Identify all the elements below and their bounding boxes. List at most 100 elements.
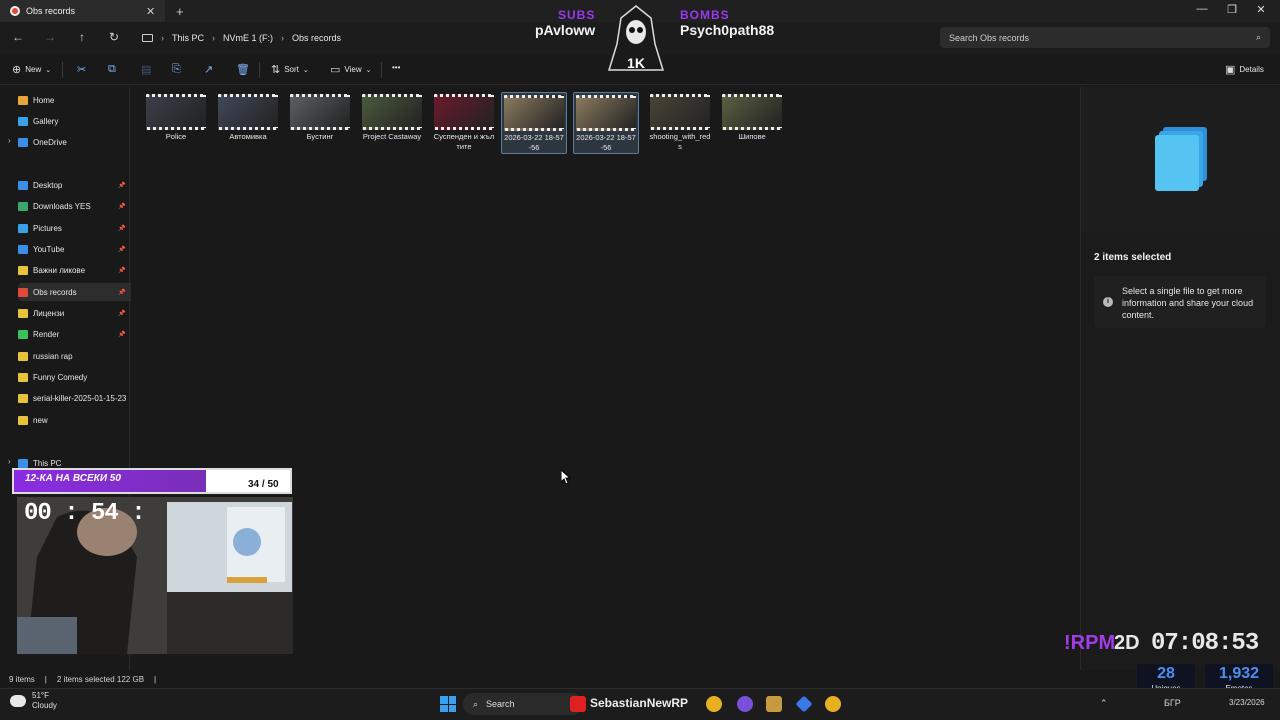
pin-icon[interactable]: 📌 [118, 246, 125, 253]
delete-icon[interactable]: 🗑 [236, 63, 250, 76]
sidebar-item-obs-records[interactable]: Obs records 📌 [18, 283, 138, 301]
pictures-icon [18, 223, 28, 233]
chevron-right-icon: › [281, 33, 285, 43]
sidebar-item-onedrive[interactable]: OneDrive [18, 133, 138, 151]
chrome-app-icon-2[interactable] [825, 696, 841, 712]
close-window-button[interactable]: ✕ [1251, 3, 1271, 16]
sidebar-item-лицензи[interactable]: Лицензи 📌 [18, 304, 138, 322]
breadcrumb-this-pc[interactable]: This PC [172, 33, 204, 43]
sidebar-item-label: Gallery [33, 116, 59, 126]
refresh-icon[interactable]: ↻ [106, 30, 122, 44]
pin-icon[interactable]: 📌 [118, 331, 125, 338]
tab-label: Obs records [26, 6, 76, 16]
subs-label: SUBS [558, 8, 596, 22]
pin-icon[interactable]: 📌 [118, 203, 125, 210]
new-tab-button[interactable]: + [176, 4, 184, 19]
pin-icon[interactable]: 📌 [118, 310, 125, 317]
divider [381, 62, 382, 78]
rpm-label: !RPM [1064, 632, 1116, 654]
view-button[interactable]: ▭ View ⌄ [330, 63, 371, 76]
sidebar-item-home[interactable]: Home [18, 91, 138, 109]
expand-chevron-icon[interactable]: › [8, 136, 11, 145]
start-windows-icon[interactable] [440, 696, 456, 712]
cut-icon[interactable]: ✂ [77, 63, 86, 76]
file-name: 2026-03-22 18-57-56 [504, 133, 564, 152]
folder-icon [18, 351, 28, 361]
sidebar-item-funny-comedy[interactable]: Funny Comedy [18, 368, 138, 386]
file-name: Суспенден и жълтите [433, 132, 495, 151]
more-options-icon[interactable]: ••• [392, 63, 400, 72]
file-item[interactable]: 2026-03-22 18-57-56 [501, 92, 567, 154]
details-button[interactable]: ▣ Details [1225, 63, 1264, 76]
video-thumbnail [146, 94, 206, 130]
app-icon[interactable] [766, 696, 782, 712]
up-arrow-icon[interactable]: ↑ [74, 30, 90, 44]
sidebar-item-new[interactable]: new [18, 411, 138, 429]
search-icon: ⌕ [473, 698, 479, 709]
rename-icon[interactable]: ⎘ [172, 63, 181, 76]
sidebar-item-label: Desktop [33, 180, 63, 190]
pin-icon[interactable]: 📌 [118, 182, 125, 189]
file-item[interactable]: Суспенден и жълтите [431, 92, 497, 152]
language-indicator[interactable]: БГР [1164, 698, 1181, 708]
sidebar-item-serial-killer-2025-01-15-23[interactable]: serial-killer-2025-01-15-23 [18, 389, 138, 407]
sidebar-item-важни-ликове[interactable]: Важни ликове 📌 [18, 261, 138, 279]
tray-chevron-up-icon[interactable]: ⌃ [1100, 698, 1108, 709]
pin-icon[interactable]: 📌 [118, 289, 125, 296]
youtube-app-icon[interactable] [570, 696, 586, 712]
file-item[interactable]: Шипове [719, 92, 785, 152]
sort-button[interactable]: ⇅ Sort ⌄ [271, 63, 309, 76]
share-icon[interactable]: ↗ [204, 63, 213, 76]
check-icon [18, 329, 28, 339]
sidebar-item-gallery[interactable]: Gallery [18, 112, 138, 130]
viber-app-icon[interactable] [737, 696, 753, 712]
sidebar-item-label: Лицензи [33, 308, 65, 318]
file-name: Project Castaway [362, 132, 422, 141]
video-thumbnail [722, 94, 782, 130]
pin-icon[interactable]: 📌 [118, 267, 125, 274]
copy-icon[interactable]: ⧉ [108, 63, 116, 76]
file-item[interactable]: Project Castaway [359, 92, 425, 152]
video-thumbnail [218, 94, 278, 130]
chrome-app-icon[interactable] [706, 696, 722, 712]
home-icon [18, 95, 28, 105]
pin-icon[interactable]: 📌 [118, 225, 125, 232]
overlay-streamer-name: SebastianNewRP [590, 696, 689, 710]
chevron-down-icon: ⌄ [45, 66, 52, 74]
expand-chevron-icon[interactable]: › [8, 457, 11, 466]
breadcrumb[interactable]: › This PC › NVmE 1 (F:) › Obs records [132, 26, 932, 50]
new-button[interactable]: ⊕ New ⌄ [12, 63, 51, 76]
obs-icon [18, 287, 28, 297]
file-item[interactable]: Police [143, 92, 209, 152]
sidebar-item-downloads-yes[interactable]: Downloads YES 📌 [18, 197, 138, 215]
back-arrow-icon[interactable]: ← [10, 30, 26, 44]
desktop-icon [18, 180, 28, 190]
paste-icon[interactable]: ▤ [141, 63, 151, 76]
sidebar-item-russian-rap[interactable]: russian rap [18, 347, 138, 365]
search-input[interactable]: Search Obs records ⌕ [940, 27, 1270, 48]
breadcrumb-drive[interactable]: NVmE 1 (F:) [223, 33, 273, 43]
file-item[interactable]: 2026-03-22 18-57-56 [573, 92, 639, 154]
video-thumbnail [576, 95, 636, 131]
minimize-button[interactable]: — [1192, 3, 1212, 15]
breadcrumb-obs-records[interactable]: Obs records [292, 33, 341, 43]
onedrive-icon [18, 137, 28, 147]
taskbar-date[interactable]: 3/23/2026 [1229, 698, 1265, 707]
close-tab-icon[interactable]: ✕ [146, 5, 155, 18]
tab-obs-records[interactable]: Obs records ✕ [0, 0, 165, 22]
folder-icon [18, 244, 28, 254]
maximize-button[interactable]: ❐ [1222, 3, 1242, 16]
forward-arrow-icon[interactable]: → [42, 30, 58, 44]
taskbar-search[interactable]: ⌕ Search [463, 693, 583, 715]
file-item[interactable]: shooting_with_reds [647, 92, 713, 152]
weather-widget[interactable]: 51°F Cloudy [10, 691, 57, 711]
chevron-down-icon: ⌄ [365, 66, 372, 74]
file-name: 2026-03-22 18-57-56 [576, 133, 636, 152]
sidebar-item-youtube[interactable]: YouTube 📌 [18, 240, 138, 258]
file-item[interactable]: Автомивка [215, 92, 281, 152]
sidebar-item-pictures[interactable]: Pictures 📌 [18, 219, 138, 237]
file-item[interactable]: Бустинг [287, 92, 353, 152]
pc-icon [18, 458, 28, 468]
sidebar-item-desktop[interactable]: Desktop 📌 [18, 176, 138, 194]
sidebar-item-render[interactable]: Render 📌 [18, 325, 138, 343]
